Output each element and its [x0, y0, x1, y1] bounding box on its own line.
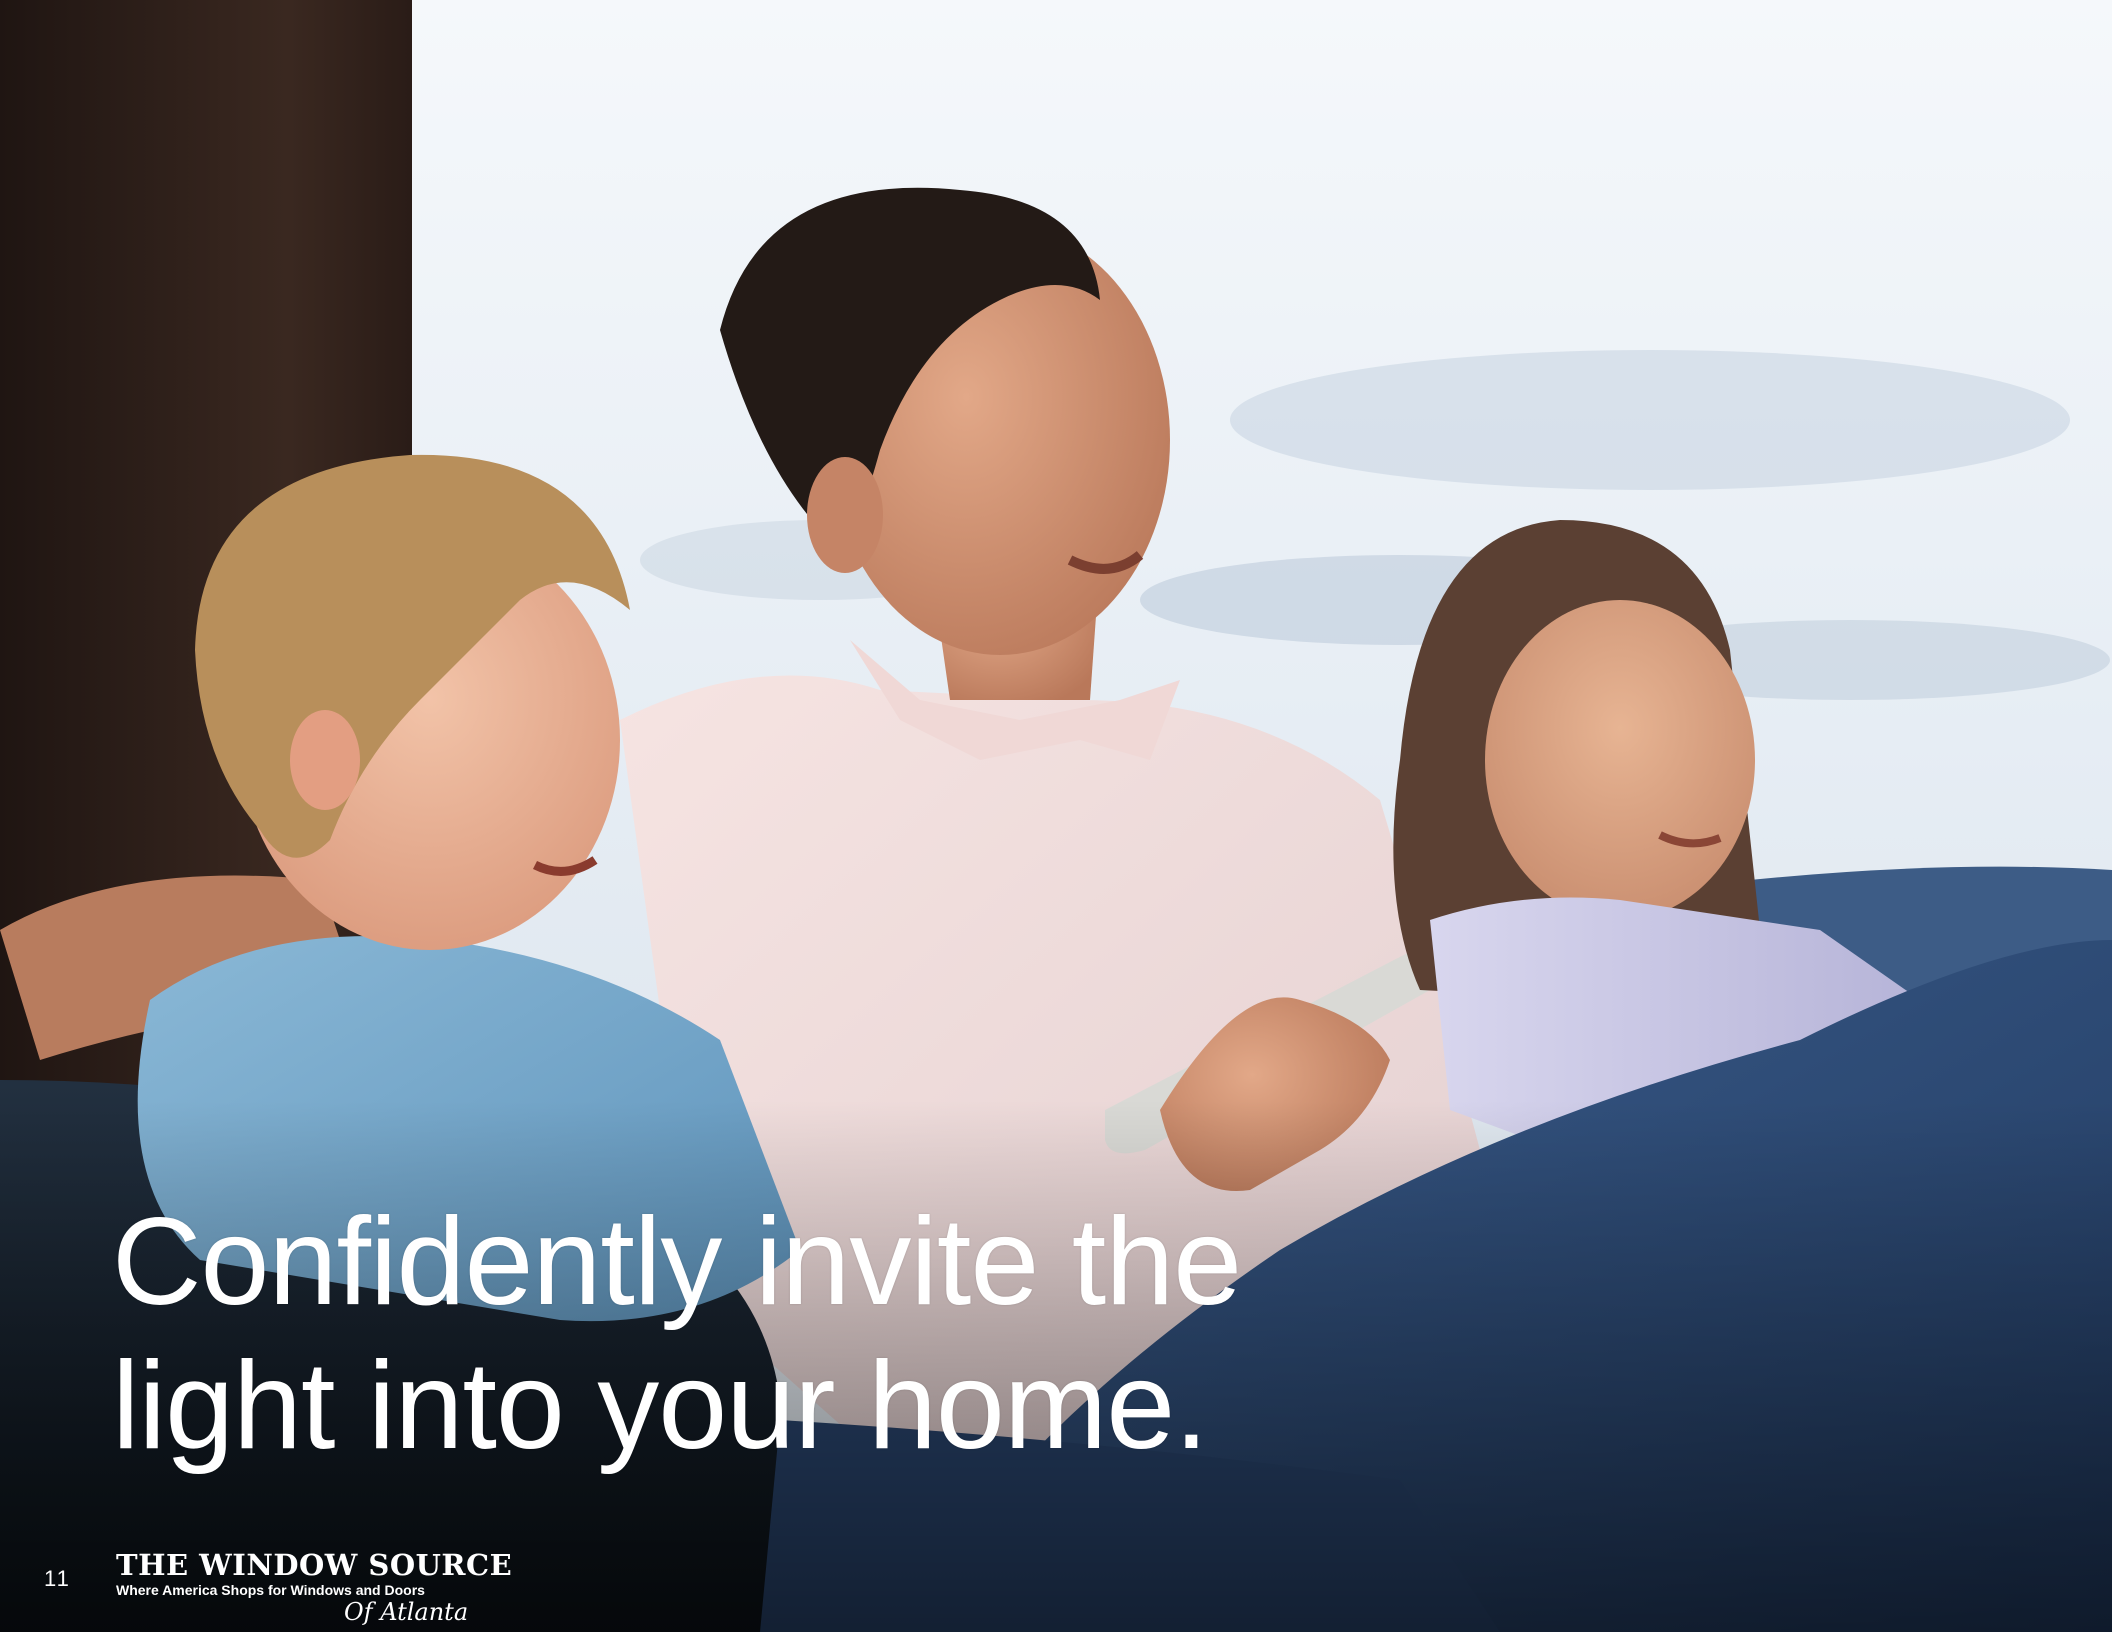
logo-brand: THE WINDOW SOURCE — [116, 1548, 513, 1582]
headline-line-2: light into your home. — [112, 1337, 1209, 1475]
logo-city: Of Atlanta — [344, 1598, 469, 1626]
headline-line-1: Confidently invite the — [112, 1193, 1242, 1331]
page-headline: Confidently invite the light into your h… — [112, 1190, 1612, 1478]
brochure-page: Confidently invite the light into your h… — [0, 0, 2112, 1632]
logo-tagline: Where America Shops for Windows and Door… — [116, 1582, 425, 1598]
company-logo: THE WINDOW SOURCE Where America Shops fo… — [112, 1548, 512, 1632]
page-number: 11 — [44, 1566, 71, 1591]
